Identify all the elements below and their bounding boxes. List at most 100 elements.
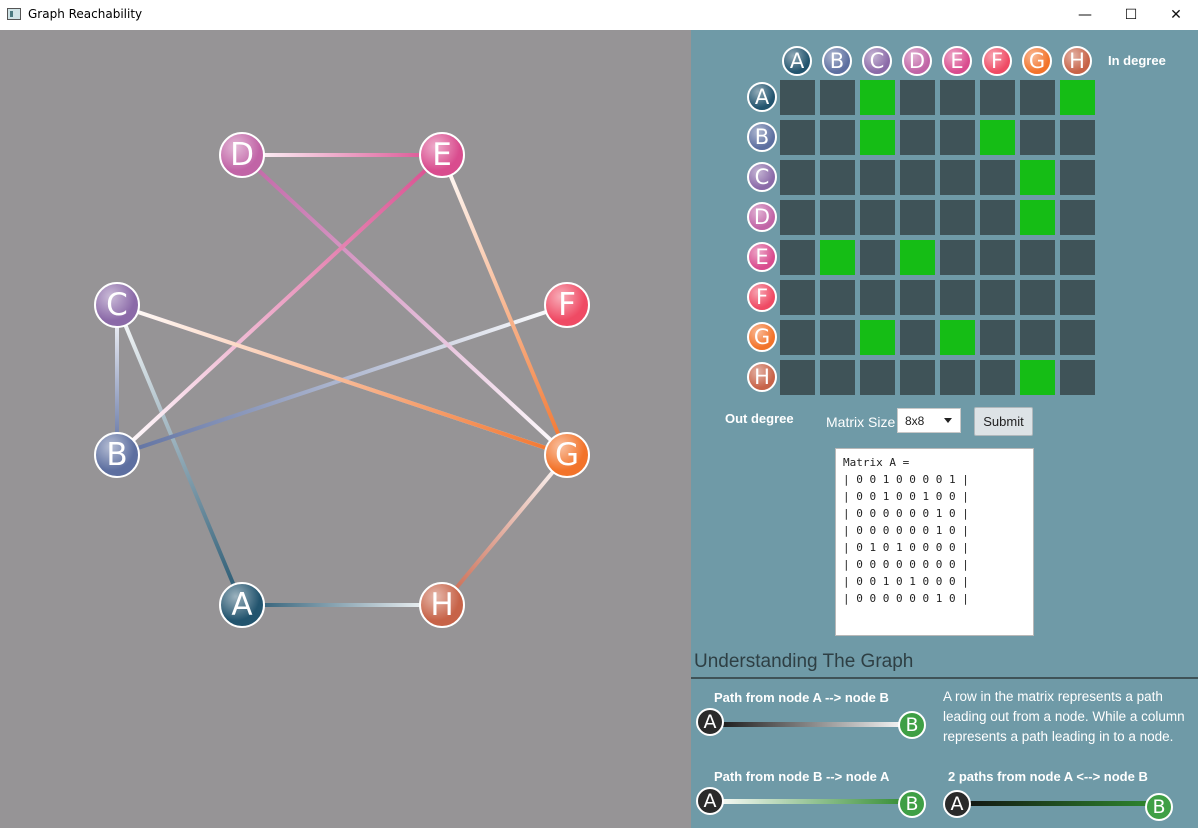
matrix-cell-b-c[interactable] — [860, 120, 895, 155]
matrix-cell-h-g[interactable] — [1020, 360, 1055, 395]
matrix-cell-f-d[interactable] — [900, 280, 935, 315]
matrix-cell-a-b[interactable] — [820, 80, 855, 115]
legend-explanation: A row in the matrix represents a path le… — [943, 689, 1185, 744]
matrix-cell-a-h[interactable] — [1060, 80, 1095, 115]
matrix-cell-h-a[interactable] — [780, 360, 815, 395]
matrix-cell-d-a[interactable] — [780, 200, 815, 235]
graph-node-e[interactable]: E — [419, 132, 465, 178]
graph-node-f[interactable]: F — [544, 282, 590, 328]
matrix-cell-a-c[interactable] — [860, 80, 895, 115]
app-icon — [7, 8, 21, 20]
maximize-button[interactable]: ☐ — [1108, 0, 1154, 30]
legend-b-to-a-label: Path from node B --> node A — [714, 769, 890, 784]
graph-node-label: H — [430, 586, 454, 623]
column-header-f: F — [982, 46, 1012, 76]
matrix-cell-e-g[interactable] — [1020, 240, 1055, 275]
row-header-h: H — [747, 362, 777, 392]
matrix-cell-c-g[interactable] — [1020, 160, 1055, 195]
matrix-cell-f-h[interactable] — [1060, 280, 1095, 315]
column-header-c: C — [862, 46, 892, 76]
matrix-cell-e-h[interactable] — [1060, 240, 1095, 275]
graph-node-d[interactable]: D — [219, 132, 265, 178]
matrix-cell-c-f[interactable] — [980, 160, 1015, 195]
matrix-cell-c-c[interactable] — [860, 160, 895, 195]
matrix-cell-g-b[interactable] — [820, 320, 855, 355]
legend-node-b: B — [1145, 793, 1173, 821]
matrix-cell-f-c[interactable] — [860, 280, 895, 315]
matrix-cell-d-d[interactable] — [900, 200, 935, 235]
matrix-cell-e-c[interactable] — [860, 240, 895, 275]
legend-b-to-a-gradient — [711, 799, 911, 804]
graph-node-label: F — [558, 286, 576, 323]
matrix-cell-b-d[interactable] — [900, 120, 935, 155]
matrix-cell-c-a[interactable] — [780, 160, 815, 195]
matrix-cell-a-f[interactable] — [980, 80, 1015, 115]
submit-button[interactable]: Submit — [974, 407, 1033, 436]
matrix-cell-a-a[interactable] — [780, 80, 815, 115]
matrix-cell-c-h[interactable] — [1060, 160, 1095, 195]
matrix-cell-g-c[interactable] — [860, 320, 895, 355]
matrix-cell-a-g[interactable] — [1020, 80, 1055, 115]
edge-h-to-g — [440, 453, 569, 607]
matrix-cell-h-h[interactable] — [1060, 360, 1095, 395]
matrix-cell-b-g[interactable] — [1020, 120, 1055, 155]
matrix-cell-g-h[interactable] — [1060, 320, 1095, 355]
matrix-cell-b-h[interactable] — [1060, 120, 1095, 155]
matrix-cell-e-b[interactable] — [820, 240, 855, 275]
matrix-size-select[interactable]: 8x8 — [897, 408, 961, 433]
matrix-cell-c-d[interactable] — [900, 160, 935, 195]
graph-canvas[interactable]: A B C D E F G H — [0, 30, 691, 828]
graph-node-c[interactable]: C — [94, 282, 140, 328]
matrix-cell-h-d[interactable] — [900, 360, 935, 395]
matrix-cell-d-e[interactable] — [940, 200, 975, 235]
matrix-cell-c-e[interactable] — [940, 160, 975, 195]
matrix-cell-e-d[interactable] — [900, 240, 935, 275]
edge-e-to-b — [115, 153, 444, 457]
matrix-cell-a-d[interactable] — [900, 80, 935, 115]
column-header-b: B — [822, 46, 852, 76]
matrix-cell-e-e[interactable] — [940, 240, 975, 275]
matrix-cell-e-f[interactable] — [980, 240, 1015, 275]
graph-node-a[interactable]: A — [219, 582, 265, 628]
matrix-cell-d-f[interactable] — [980, 200, 1015, 235]
matrix-cell-b-a[interactable] — [780, 120, 815, 155]
graph-node-b[interactable]: B — [94, 432, 140, 478]
matrix-cell-h-e[interactable] — [940, 360, 975, 395]
matrix-cell-f-a[interactable] — [780, 280, 815, 315]
matrix-cell-f-e[interactable] — [940, 280, 975, 315]
matrix-cell-g-a[interactable] — [780, 320, 815, 355]
matrix-size-value: 8x8 — [905, 414, 925, 428]
matrix-cell-d-c[interactable] — [860, 200, 895, 235]
matrix-cell-g-e[interactable] — [940, 320, 975, 355]
minimize-button[interactable]: — — [1062, 0, 1108, 30]
matrix-cell-d-h[interactable] — [1060, 200, 1095, 235]
matrix-text-output[interactable]: Matrix A = | 0 0 1 0 0 0 0 1 | | 0 0 1 0… — [835, 448, 1034, 636]
matrix-cell-g-d[interactable] — [900, 320, 935, 355]
matrix-cell-b-f[interactable] — [980, 120, 1015, 155]
graph-node-h[interactable]: H — [419, 582, 465, 628]
graph-node-g[interactable]: G — [544, 432, 590, 478]
matrix-cell-c-b[interactable] — [820, 160, 855, 195]
row-header-f: F — [747, 282, 777, 312]
graph-node-label: E — [432, 136, 452, 173]
matrix-cell-g-f[interactable] — [980, 320, 1015, 355]
matrix-cell-e-a[interactable] — [780, 240, 815, 275]
matrix-cell-g-g[interactable] — [1020, 320, 1055, 355]
matrix-cell-b-e[interactable] — [940, 120, 975, 155]
edge-d-to-g — [240, 153, 569, 457]
matrix-cell-d-g[interactable] — [1020, 200, 1055, 235]
matrix-cell-f-g[interactable] — [1020, 280, 1055, 315]
matrix-panel: ABCDEFGHABCDEFGH In degree Out degree Ma… — [691, 30, 1198, 828]
matrix-cell-h-b[interactable] — [820, 360, 855, 395]
column-header-a: A — [782, 46, 812, 76]
close-button[interactable]: ✕ — [1153, 0, 1198, 30]
matrix-cell-h-c[interactable] — [860, 360, 895, 395]
graph-node-label: G — [554, 436, 580, 473]
matrix-cell-h-f[interactable] — [980, 360, 1015, 395]
legend-two-paths-label: 2 paths from node A <--> node B — [948, 769, 1148, 784]
matrix-cell-a-e[interactable] — [940, 80, 975, 115]
matrix-cell-d-b[interactable] — [820, 200, 855, 235]
matrix-cell-b-b[interactable] — [820, 120, 855, 155]
matrix-cell-f-f[interactable] — [980, 280, 1015, 315]
matrix-cell-f-b[interactable] — [820, 280, 855, 315]
